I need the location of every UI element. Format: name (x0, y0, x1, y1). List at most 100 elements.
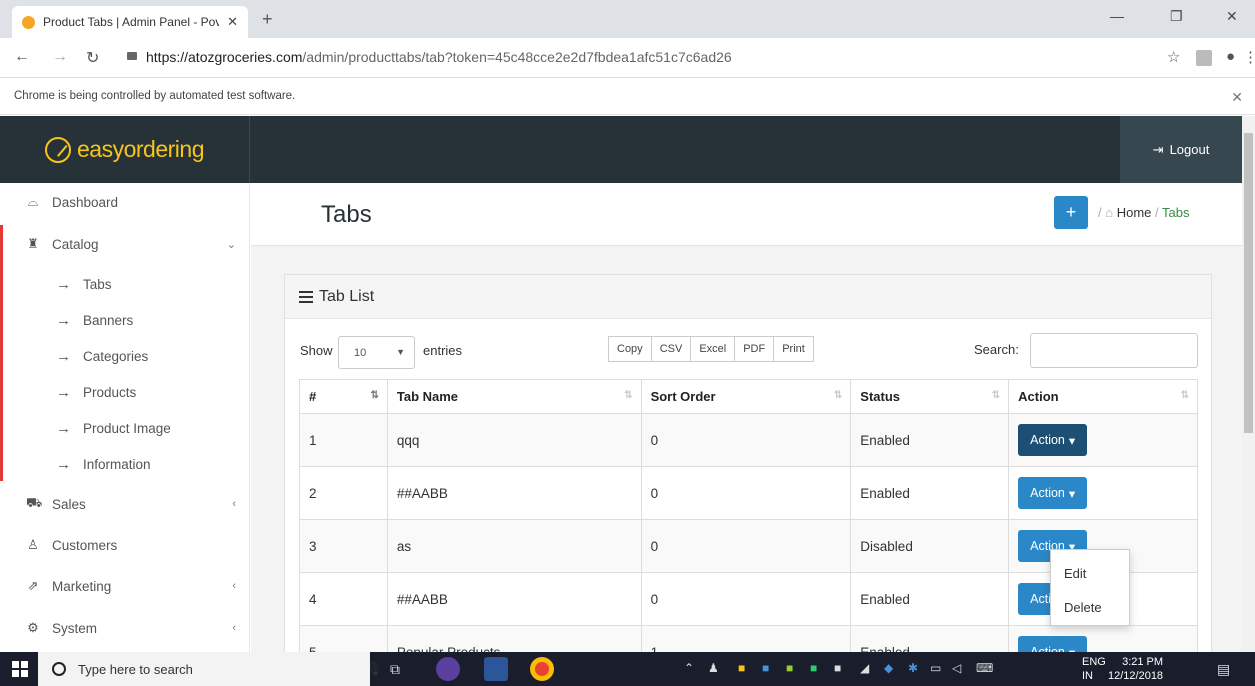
print-button[interactable]: Print (773, 336, 814, 362)
column-header-status[interactable]: Status ⇅ (850, 379, 1010, 414)
extension-icon[interactable] (1196, 50, 1212, 66)
column-header-sort-order[interactable]: Sort Order ⇅ (640, 379, 852, 414)
restore-icon[interactable]: ❐ (1170, 8, 1183, 25)
windows-start-icon[interactable] (12, 661, 28, 677)
arrow-right-icon: → (56, 275, 71, 293)
chrome-app-icon[interactable] (530, 657, 554, 681)
sidebar-item-catalog[interactable]: ♜ Catalog ⌄ (0, 225, 250, 263)
app-header: easyordering ⇥ Logout (0, 116, 1242, 183)
breadcrumb-current: Tabs (1162, 205, 1190, 220)
arrow-right-icon: → (56, 419, 71, 437)
infobar-close-icon[interactable]: ✕ (1231, 89, 1243, 106)
column-header-number[interactable]: # ⇅ (299, 379, 388, 414)
taskbar-clock[interactable]: 3:21 PM 12/12/2018 (1108, 655, 1163, 683)
sidebar-item-label: Catalog (52, 236, 99, 252)
excel-button[interactable]: Excel (690, 336, 736, 362)
header-label: # (309, 389, 317, 404)
page-scrollbar[interactable] (1242, 116, 1255, 652)
tray-app-icon[interactable]: ■ (738, 661, 745, 675)
sidebar-subitem-tabs[interactable]: → Tabs (0, 266, 250, 302)
cell-number: 2 (299, 466, 388, 520)
sidebar-item-sales[interactable]: ⛟ Sales ‹ (0, 485, 250, 523)
chevron-down-icon: ⌄ (226, 238, 236, 251)
delete-menu-item[interactable]: Delete (1051, 590, 1129, 624)
search-input[interactable] (1030, 333, 1198, 368)
sidebar-subitem-information[interactable]: → Information (0, 446, 250, 482)
sidebar-item-label: System (52, 620, 98, 636)
microphone-icon[interactable]: 🎙 (366, 661, 383, 677)
infobar-text: Chrome is being controlled by automated … (14, 90, 296, 102)
word-app-icon[interactable] (484, 657, 508, 681)
page-header: Tabs + / ⌂ Home / Tabs (251, 183, 1242, 246)
url-path: /admin/producttabs/tab?token=45c48cce2e2… (302, 49, 732, 65)
bookmark-star-icon[interactable]: ☆ (1167, 48, 1180, 66)
logout-button[interactable]: ⇥ Logout (1120, 116, 1242, 183)
action-button[interactable]: Action▾ (1018, 477, 1088, 509)
action-dropdown-menu: Edit Delete (1050, 549, 1130, 626)
show-label: Show (300, 343, 333, 358)
entries-value: 10 (354, 347, 367, 359)
close-tab-icon[interactable]: ✕ (227, 14, 238, 30)
breadcrumb-home[interactable]: Home (1117, 205, 1152, 220)
tray-app-icon[interactable]: ■ (834, 661, 841, 675)
logo[interactable]: easyordering (0, 116, 250, 183)
sidebar-item-marketing[interactable]: ⇗ Marketing ‹ (0, 567, 250, 605)
sidebar-subitem-product-image[interactable]: → Product Image (0, 410, 250, 446)
sidebar-subitem-banners[interactable]: → Banners (0, 302, 250, 338)
language-indicator[interactable]: ENG IN (1082, 655, 1106, 683)
keyboard-icon[interactable]: ⌨ (976, 661, 993, 675)
wifi-icon[interactable]: ◢ (860, 661, 869, 675)
sidebar-item-label: Dashboard (52, 194, 119, 210)
task-view-icon[interactable]: ⧉ (390, 661, 400, 678)
volume-icon[interactable]: ◁ (952, 661, 961, 675)
entries-select[interactable]: 10 ▼ (338, 336, 415, 369)
table-row: 1 qqq 0 Enabled Action ▾ (299, 413, 1198, 467)
forward-icon[interactable]: → (52, 48, 68, 66)
battery-icon[interactable]: ▭ (930, 661, 941, 675)
minimize-icon[interactable]: — (1110, 8, 1124, 24)
automation-infobar: Chrome is being controlled by automated … (0, 79, 1255, 115)
people-icon[interactable]: ♟ (708, 661, 719, 675)
reload-icon[interactable]: ↻ (86, 48, 99, 68)
column-header-tab-name[interactable]: Tab Name ⇅ (386, 379, 642, 414)
tray-app-icon[interactable]: ■ (762, 661, 769, 675)
cell-tab-name: ##AABB (386, 572, 642, 626)
show-hidden-icons-icon[interactable]: ⌃ (684, 661, 694, 675)
tray-app-icon[interactable]: ■ (810, 661, 817, 675)
sidebar-item-system[interactable]: ⚙ System ‹ (0, 609, 250, 647)
address-bar[interactable]: https://atozgroceries.com/admin/productt… (146, 49, 732, 65)
back-icon[interactable]: ← (14, 48, 30, 66)
cell-sort-order: 0 (640, 572, 852, 626)
cortana-icon (52, 662, 66, 676)
add-tab-button[interactable]: + (1054, 196, 1088, 229)
scrollbar-thumb[interactable] (1244, 133, 1253, 433)
browser-tab[interactable]: Product Tabs | Admin Panel - Pov ✕ (12, 6, 248, 38)
clock-date: 12/12/2018 (1108, 670, 1164, 682)
copy-button[interactable]: Copy (608, 336, 652, 362)
bluetooth-icon[interactable]: ✱ (908, 661, 918, 675)
security-icon[interactable]: ◆ (884, 661, 893, 675)
sidebar-subitem-categories[interactable]: → Categories (0, 338, 250, 374)
menu-icon[interactable]: ⋮ (1243, 48, 1255, 66)
close-window-icon[interactable]: ✕ (1226, 8, 1238, 25)
new-tab-icon[interactable]: + (262, 9, 273, 30)
gear-icon: ⚙ (27, 620, 39, 635)
column-header-action[interactable]: Action ⇅ (1008, 379, 1198, 414)
sidebar-item-customers[interactable]: ♙ Customers (0, 526, 250, 564)
pdf-button[interactable]: PDF (734, 336, 775, 362)
action-button[interactable]: Action▾ (1018, 424, 1088, 456)
tray-app-icon[interactable]: ■ (786, 661, 793, 675)
taskbar-search[interactable]: Type here to search 🎙 (38, 652, 383, 686)
sidebar-subitem-products[interactable]: → Products (0, 374, 250, 410)
csv-button[interactable]: CSV (650, 336, 692, 362)
notifications-icon[interactable]: ▤ (1217, 661, 1230, 678)
profile-icon[interactable]: ● (1226, 48, 1235, 65)
sidebar-item-label: Sales (52, 496, 86, 512)
tab-list-card: Tab List Show 10 ▼ entries Copy CSV Exce… (284, 274, 1212, 679)
sidebar-item-dashboard[interactable]: ⌓ Dashboard (0, 183, 250, 221)
arrow-right-icon: → (56, 311, 71, 329)
eclipse-app-icon[interactable] (436, 657, 460, 681)
cell-tab-name: ##AABB (386, 466, 642, 520)
edit-menu-item[interactable]: Edit (1051, 556, 1129, 590)
cell-sort-order: 0 (640, 519, 852, 573)
